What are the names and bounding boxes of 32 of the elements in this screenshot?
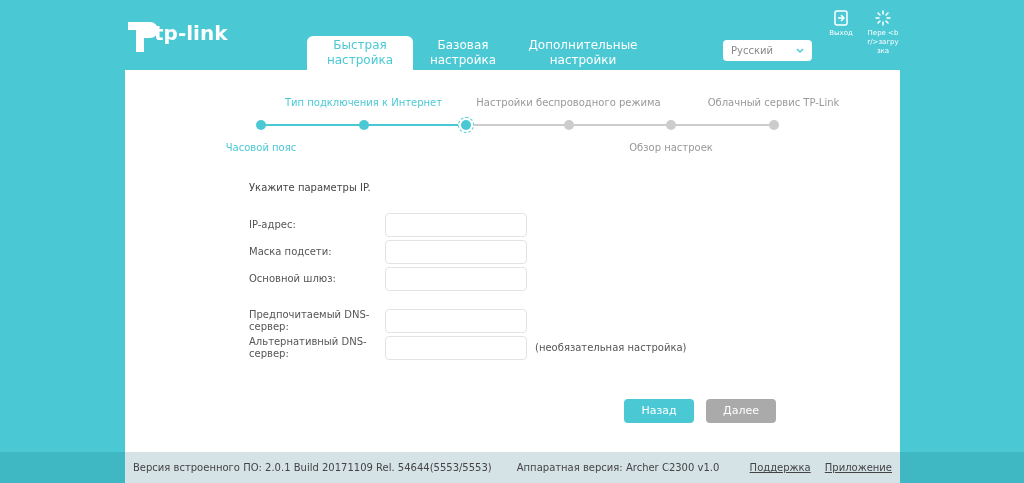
step-label: Настройки беспроводного режима — [476, 96, 661, 110]
logout-icon — [833, 10, 849, 26]
input-field[interactable] — [385, 239, 527, 264]
nav-tab[interactable]: Быстрая настройка — [307, 36, 413, 70]
nav-tab[interactable]: Базовая настройка — [413, 36, 513, 70]
step-label: Обзор настроек — [629, 141, 713, 155]
footer-link[interactable]: Поддержка — [749, 460, 811, 475]
back-button[interactable]: Назад — [624, 399, 694, 423]
step-label: Часовой пояс — [225, 141, 297, 155]
input-field[interactable] — [385, 308, 527, 333]
footer-link[interactable]: Приложение — [824, 460, 892, 475]
field-label: IP-адрес: — [249, 218, 297, 231]
firmware-version: Версия встроенного ПО: 2.0.1 Build 20171109 Rel. 54644(5553/5553) — [133, 461, 492, 475]
nav-tab[interactable]: Дополнительные настройки — [513, 36, 653, 70]
step-label: Тип подключения к Интернет — [284, 96, 443, 110]
input-field[interactable] — [385, 212, 527, 237]
field-label: Альтернативный DNS-сервер: — [249, 335, 368, 360]
chevron-icon — [796, 47, 804, 54]
hardware-version: Аппаратная версия: Archer C2300 v1.0 — [516, 461, 720, 475]
input-field[interactable] — [385, 266, 527, 291]
field-note: (необязательная настройка) — [535, 341, 687, 355]
field-label: Основной шлюз: — [249, 272, 337, 285]
spinner-icon — [875, 10, 891, 26]
next-button[interactable]: Далее — [706, 399, 776, 423]
step-label: Облачный сервис TP-Link — [707, 96, 840, 110]
field-label: Маска подсети: — [249, 245, 333, 258]
intro-text: Укажите параметры IP. — [249, 181, 372, 195]
input-field[interactable] — [385, 335, 527, 360]
logo[interactable]: tp-link — [124, 18, 228, 54]
field-label: Предпочитаемый DNS-сервер: — [249, 308, 371, 333]
language-select[interactable]: Русский — [723, 40, 812, 61]
logo-text: tp-link — [154, 20, 228, 47]
